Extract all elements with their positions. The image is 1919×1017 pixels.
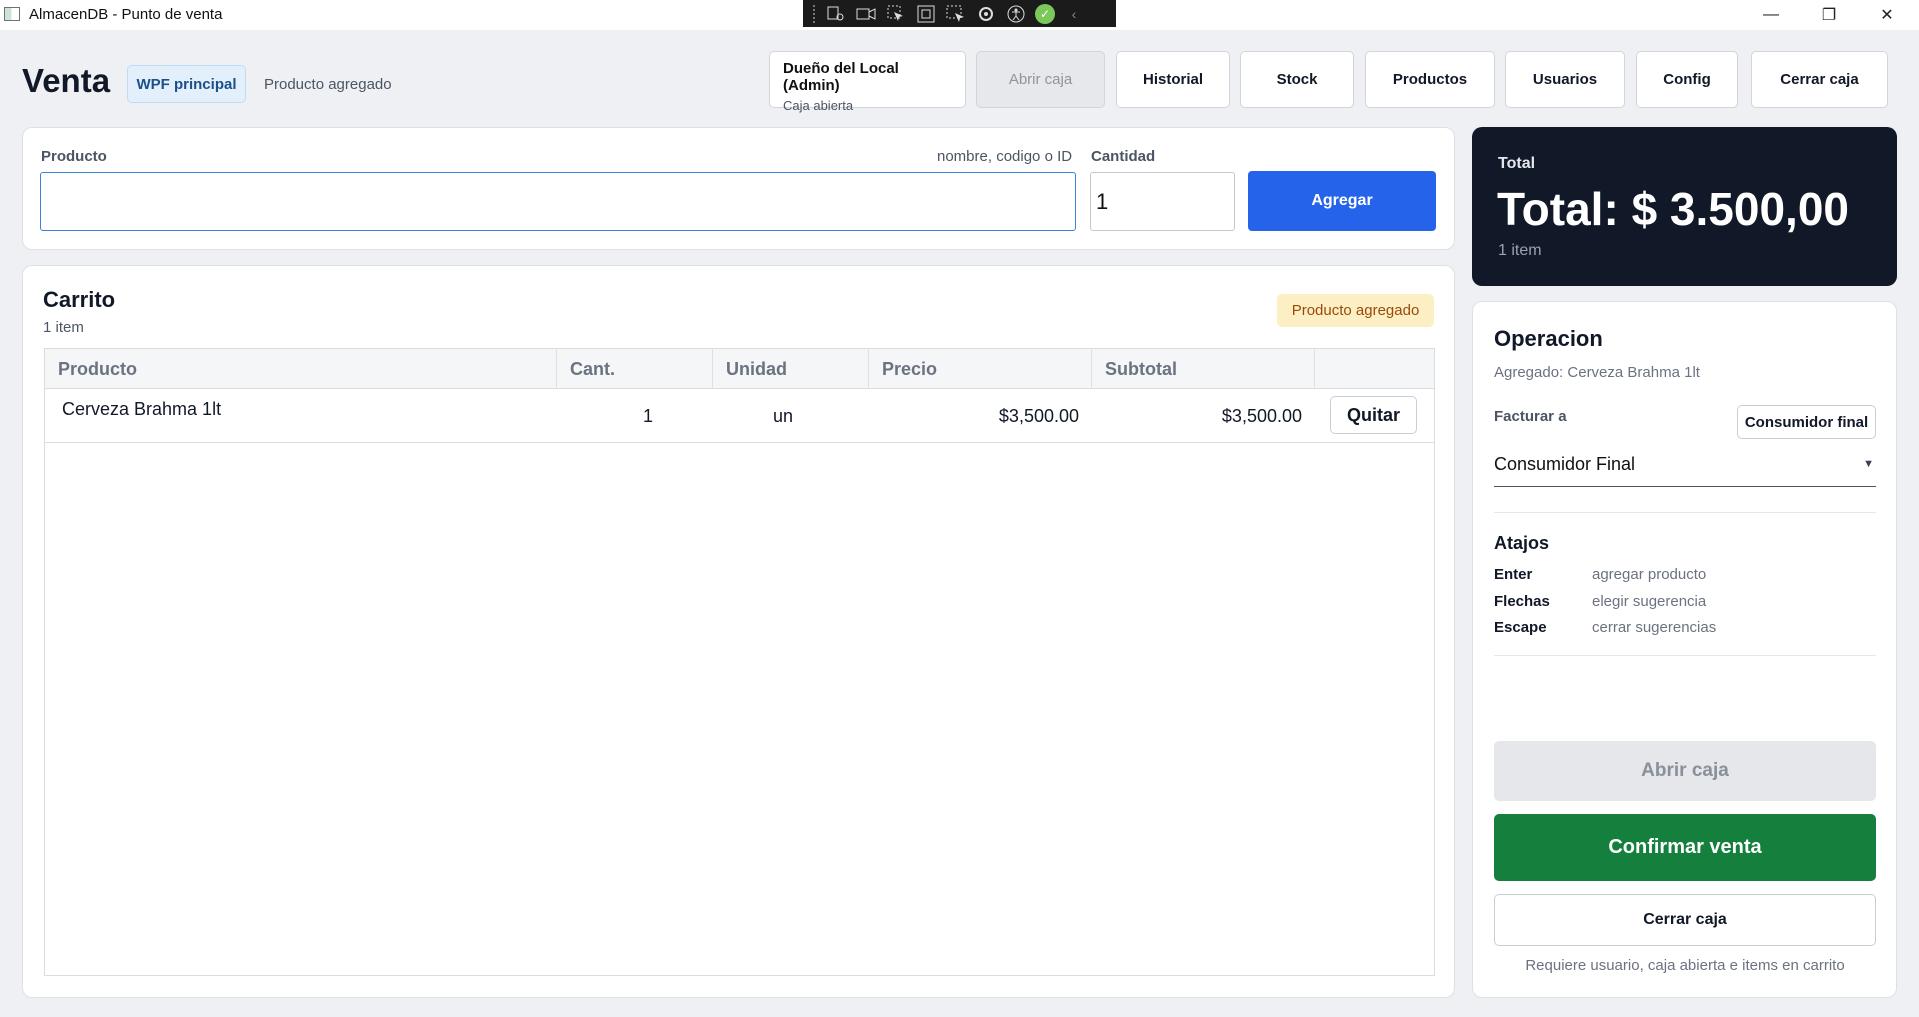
layout-adorner-icon[interactable] <box>915 4 937 24</box>
product-hint: nombre, codigo o ID <box>937 148 1073 165</box>
divider <box>1494 655 1876 656</box>
column-header-precio[interactable]: Precio <box>869 349 1092 389</box>
quantity-label: Cantidad <box>1091 148 1156 165</box>
column-header-unidad[interactable]: Unidad <box>713 349 869 389</box>
shortcut-desc: elegir sugerencia <box>1592 593 1707 610</box>
cell-producto: Cerveza Brahma 1lt <box>62 399 222 419</box>
header-status-text: Producto agregado <box>264 76 392 93</box>
checkmark-icon[interactable]: ✓ <box>1035 3 1055 24</box>
status-badge: Producto agregado <box>1277 294 1434 327</box>
confirmar-venta-button[interactable]: Confirmar venta <box>1494 814 1876 881</box>
column-header-subtotal[interactable]: Subtotal <box>1092 349 1315 389</box>
cell-subtotal: $3,500.00 <box>1221 406 1302 426</box>
divider <box>1494 512 1876 513</box>
video-icon[interactable] <box>855 4 877 24</box>
shortcut-key: Enter <box>1494 566 1533 583</box>
caja-status: Caja abierta <box>783 98 854 113</box>
table-row[interactable]: Cerveza Brahma 1lt 1 un $3,500.00 $3,500… <box>45 389 1434 443</box>
app-icon <box>4 7 20 21</box>
total-value: Total: $ 3.500,00 <box>1497 183 1849 235</box>
atajos-title: Atajos <box>1494 533 1550 553</box>
user-info-box: Dueño del Local (Admin) Caja abierta <box>769 51 966 113</box>
column-header-cant[interactable]: Cant. <box>557 349 713 389</box>
shortcut-desc: agregar producto <box>1592 566 1707 583</box>
cerrar-caja-header-button[interactable]: Cerrar caja <box>1751 51 1888 108</box>
abrir-caja-button[interactable]: Abrir caja <box>1494 741 1876 801</box>
operacion-title: Operacion <box>1494 326 1603 351</box>
total-label: Total <box>1498 155 1536 172</box>
shortcut-key: Flechas <box>1494 593 1550 610</box>
facturar-select[interactable]: Consumidor Final ▼ <box>1494 448 1876 487</box>
operacion-subtitle: Agregado: Cerveza Brahma 1lt <box>1494 364 1700 381</box>
product-search-input[interactable] <box>40 172 1076 231</box>
column-header-actions <box>1315 349 1434 389</box>
shortcut-desc: cerrar sugerencias <box>1592 619 1717 636</box>
cell-cant: 1 <box>642 406 653 426</box>
user-name: Dueño del Local (Admin) <box>783 60 899 94</box>
select-element-icon[interactable] <box>885 4 907 24</box>
product-label: Producto <box>41 148 107 165</box>
usuarios-button[interactable]: Usuarios <box>1505 51 1625 108</box>
cell-precio: $3,500.00 <box>998 406 1079 426</box>
config-button[interactable]: Config <box>1636 51 1738 108</box>
column-header-producto[interactable]: Producto <box>45 349 557 389</box>
facturar-label: Facturar a <box>1494 408 1567 425</box>
abrir-caja-header-button[interactable]: Abrir caja <box>976 51 1105 108</box>
stock-button[interactable]: Stock <box>1240 51 1354 108</box>
debug-toolbar: ✓ ‹ <box>803 0 1116 27</box>
historial-button[interactable]: Historial <box>1116 51 1230 108</box>
cart-table: Producto Cant. Unidad Precio Subtotal Ce… <box>44 348 1435 976</box>
chevron-down-icon: ▼ <box>1863 458 1874 470</box>
minimize-button[interactable]: — <box>1742 0 1800 30</box>
cerrar-caja-button[interactable]: Cerrar caja <box>1494 894 1876 946</box>
total-item-count: 1 item <box>1498 242 1542 259</box>
window-title: AlmacenDB - Punto de venta <box>29 6 223 23</box>
cart-table-header: Producto Cant. Unidad Precio Subtotal <box>45 349 1434 389</box>
add-product-button[interactable]: Agregar <box>1248 171 1436 231</box>
remove-item-button[interactable]: Quitar <box>1330 396 1417 434</box>
chevron-left-icon[interactable]: ‹ <box>1063 4 1085 24</box>
drag-grip-icon[interactable] <box>813 4 817 23</box>
page-title: Venta <box>22 62 111 99</box>
maximize-button[interactable]: ❐ <box>1800 0 1858 30</box>
cart-item-count: 1 item <box>43 319 84 336</box>
shortcut-key: Escape <box>1494 619 1547 636</box>
productos-button[interactable]: Productos <box>1365 51 1495 108</box>
cell-unidad: un <box>772 406 794 426</box>
hot-reload-icon[interactable] <box>975 4 997 24</box>
environment-chip: WPF principal <box>127 65 246 103</box>
cart-title: Carrito <box>43 287 116 312</box>
facturar-select-value: Consumidor Final <box>1494 454 1636 474</box>
consumidor-final-button[interactable]: Consumidor final <box>1737 405 1876 439</box>
live-tree-icon[interactable] <box>825 4 847 24</box>
requirement-note: Requiere usuario, caja abierta e items e… <box>1525 957 1845 974</box>
accessibility-icon[interactable] <box>1005 4 1027 24</box>
track-focus-icon[interactable] <box>945 4 967 24</box>
quantity-input[interactable] <box>1090 172 1235 231</box>
close-button[interactable]: ✕ <box>1858 0 1916 30</box>
